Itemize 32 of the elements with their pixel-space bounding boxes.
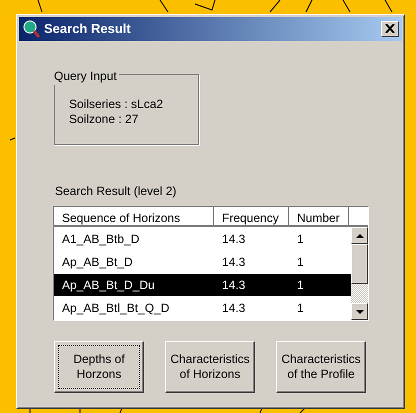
result-label: Search Result (level 2) [55,183,178,200]
magnifier-globe-icon [22,20,40,38]
close-icon [385,24,395,34]
close-button[interactable] [381,21,399,37]
scroll-down-button[interactable] [351,303,368,320]
row-cell-text: Ap_AB_Bt_D [61,254,134,271]
row-cell-text: 1 [296,254,305,271]
row-cell-text: Ap_AB_Bt_D_Du [61,277,156,294]
query-line: Soilzone : 27 [69,112,140,127]
down-arrow-icon [356,310,364,314]
list-row[interactable]: Ap_AB_Bt_D_Du 14.3 1 [54,274,351,296]
row-cell-text: Ap_AB_Btl_Bt_Q_D [61,300,170,317]
action-button[interactable]: Characteristics of the Profile [276,341,366,393]
list-row[interactable]: Ap_AB_Bt_D 14.3 1 [54,251,351,273]
scroll-thumb[interactable] [351,244,368,284]
row-cell-text: A1_AB_Btb_D [61,231,140,248]
row-cell-text: 14.3 [221,300,246,317]
row-cell-text: 14.3 [221,277,246,294]
row-cell-text: 1 [296,300,305,317]
list-row[interactable]: A1_AB_Btb_D 14.3 1 [54,228,351,250]
up-arrow-icon [356,234,364,238]
query-line: Soilseries : sLca2 [69,97,164,112]
row-cell-text: 1 [296,277,305,294]
list-row[interactable]: Ap_AB_Btl_Bt_Q_D 14.3 1 [54,297,351,319]
scrollbar[interactable] [351,227,368,320]
row-cell-text: 1 [296,231,305,248]
action-button[interactable]: Characteristics of Horizons [165,341,255,393]
row-cell-text: 14.3 [221,231,246,248]
action-button[interactable]: Depths of Horzons [54,341,144,393]
window-title: Search Result [44,20,131,38]
row-cell-text: 14.3 [221,254,246,271]
scroll-up-button[interactable] [351,227,368,244]
